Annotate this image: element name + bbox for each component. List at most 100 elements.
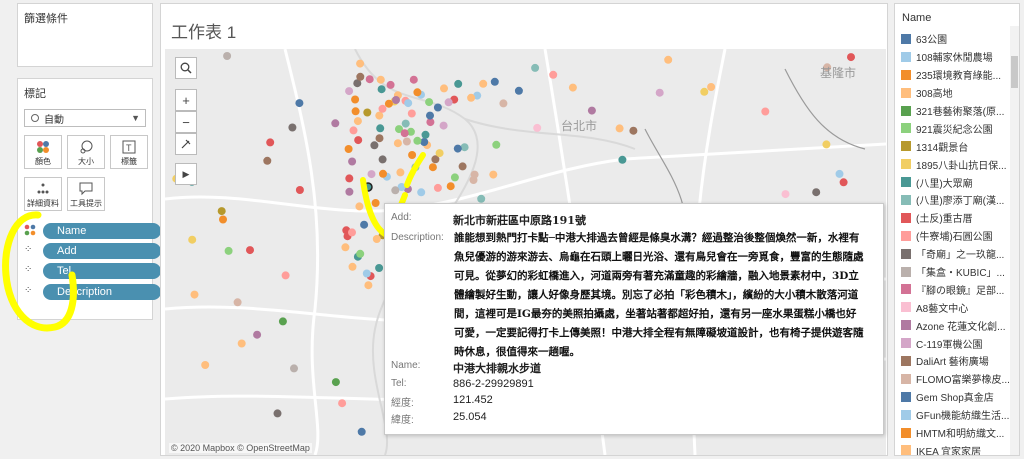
mark-type-dropdown[interactable]: 自動 ▼ <box>24 109 146 127</box>
map-point[interactable] <box>237 339 246 348</box>
map-point[interactable] <box>392 96 400 104</box>
map-point[interactable] <box>761 107 770 116</box>
map-point[interactable] <box>421 130 430 139</box>
map-toolbar-expand-button[interactable]: ▶ <box>175 163 197 185</box>
map-point[interactable] <box>492 140 501 149</box>
map-point[interactable] <box>341 243 350 252</box>
map-point[interactable] <box>357 427 366 436</box>
map-point[interactable] <box>354 136 363 145</box>
map-point[interactable] <box>375 264 384 272</box>
map-point[interactable] <box>363 108 372 117</box>
zoom-in-button[interactable]: + <box>175 89 197 111</box>
map-point[interactable] <box>531 63 540 72</box>
map-point[interactable] <box>404 99 413 108</box>
map-point[interactable] <box>426 111 434 120</box>
size-card[interactable]: 大小 <box>67 135 105 169</box>
legend-item[interactable]: (八里)大眾廟 <box>895 173 1019 191</box>
map-point[interactable] <box>348 262 357 271</box>
map-point[interactable] <box>433 183 442 192</box>
map-point[interactable] <box>273 409 282 418</box>
map-point[interactable] <box>263 156 272 165</box>
map-point[interactable] <box>499 99 508 108</box>
map-point[interactable] <box>344 145 353 153</box>
map-point[interactable] <box>375 111 384 120</box>
map-point[interactable] <box>655 88 664 97</box>
map-point[interactable] <box>401 119 410 128</box>
map-point[interactable] <box>460 143 469 152</box>
map-point[interactable] <box>378 104 387 113</box>
map-point[interactable] <box>618 155 627 164</box>
legend-item[interactable]: 235環境教育綠能... <box>895 66 1019 84</box>
map-point[interactable] <box>435 149 444 158</box>
map-point[interactable] <box>707 83 716 91</box>
map-point[interactable] <box>514 86 523 95</box>
map-point[interactable] <box>413 136 422 145</box>
map-point[interactable] <box>376 75 385 84</box>
map-point[interactable] <box>425 98 434 107</box>
legend-item[interactable]: 63公園 <box>895 30 1019 48</box>
map-point[interactable] <box>433 103 442 112</box>
legend-item[interactable]: 「集盒・KUBIC」... <box>895 263 1019 281</box>
filters-panel[interactable]: 篩選條件 <box>17 3 153 67</box>
map-point[interactable] <box>479 79 488 88</box>
map-point[interactable] <box>217 207 226 216</box>
map-point[interactable] <box>295 186 304 194</box>
map-point[interactable] <box>454 79 463 88</box>
map-point[interactable] <box>288 123 297 132</box>
legend-item[interactable]: C-119軍機公園 <box>895 334 1019 352</box>
map-point[interactable] <box>356 59 365 68</box>
map-point[interactable] <box>400 129 409 138</box>
map-point[interactable] <box>439 121 448 130</box>
map-point[interactable] <box>266 138 275 147</box>
legend-item[interactable]: IKEA 宜家家居 <box>895 441 1019 455</box>
map-point[interactable] <box>489 170 498 179</box>
map-point[interactable] <box>450 173 459 182</box>
legend-item[interactable]: 308高地 <box>895 84 1019 102</box>
map-point[interactable] <box>356 249 365 258</box>
map-point[interactable] <box>615 124 624 133</box>
map-point[interactable] <box>253 330 262 339</box>
legend-item[interactable]: 1314觀景台 <box>895 137 1019 155</box>
map-point[interactable] <box>490 77 499 86</box>
map-point[interactable] <box>353 117 362 126</box>
map-point[interactable] <box>223 52 232 60</box>
map-point[interactable] <box>345 187 354 196</box>
map-point[interactable] <box>549 70 558 79</box>
legend-scrollbar[interactable] <box>1010 26 1019 455</box>
zoom-out-button[interactable]: − <box>175 111 197 133</box>
map-point[interactable] <box>233 298 242 307</box>
map-point[interactable] <box>847 53 855 62</box>
map-point[interactable] <box>812 188 821 197</box>
legend-item[interactable]: 『腳の眼鏡』足部... <box>895 280 1019 298</box>
legend-item[interactable]: 108輔家休閒農場 <box>895 48 1019 66</box>
map-point[interactable] <box>835 169 844 178</box>
legend-item[interactable]: 「奇廟」之一玖龍... <box>895 245 1019 263</box>
map-point[interactable] <box>349 126 358 135</box>
map-point[interactable] <box>281 271 290 280</box>
map-point[interactable] <box>219 215 227 224</box>
map-point[interactable] <box>377 85 386 94</box>
legend-item[interactable]: (八里)廖添丁廟(漢... <box>895 191 1019 209</box>
pin-map-button[interactable] <box>175 133 197 155</box>
map-point[interactable] <box>201 361 210 369</box>
map-point[interactable] <box>351 107 360 116</box>
map-point[interactable] <box>420 138 429 146</box>
map-point[interactable] <box>338 399 347 408</box>
map-point[interactable] <box>375 134 384 143</box>
legend-item[interactable]: (土反)重古厝 <box>895 209 1019 227</box>
map-point[interactable] <box>370 141 379 150</box>
legend-item[interactable]: (牛寮埔)石圓公園 <box>895 227 1019 245</box>
legend-item[interactable]: 1895八卦山抗日保... <box>895 155 1019 173</box>
map-point[interactable] <box>467 93 476 102</box>
map-point[interactable] <box>629 126 638 135</box>
map-point[interactable] <box>413 88 422 97</box>
map-point[interactable] <box>386 80 395 89</box>
map-point[interactable] <box>822 140 831 149</box>
label-card[interactable]: T 標籤 <box>110 135 148 169</box>
map-point[interactable] <box>278 317 287 326</box>
map-point[interactable] <box>331 378 340 387</box>
map-point[interactable] <box>365 75 374 84</box>
legend-item[interactable]: DaliArt 藝術廣場 <box>895 352 1019 370</box>
legend-scrollbar-thumb[interactable] <box>1011 56 1018 88</box>
map-point[interactable] <box>533 123 542 132</box>
